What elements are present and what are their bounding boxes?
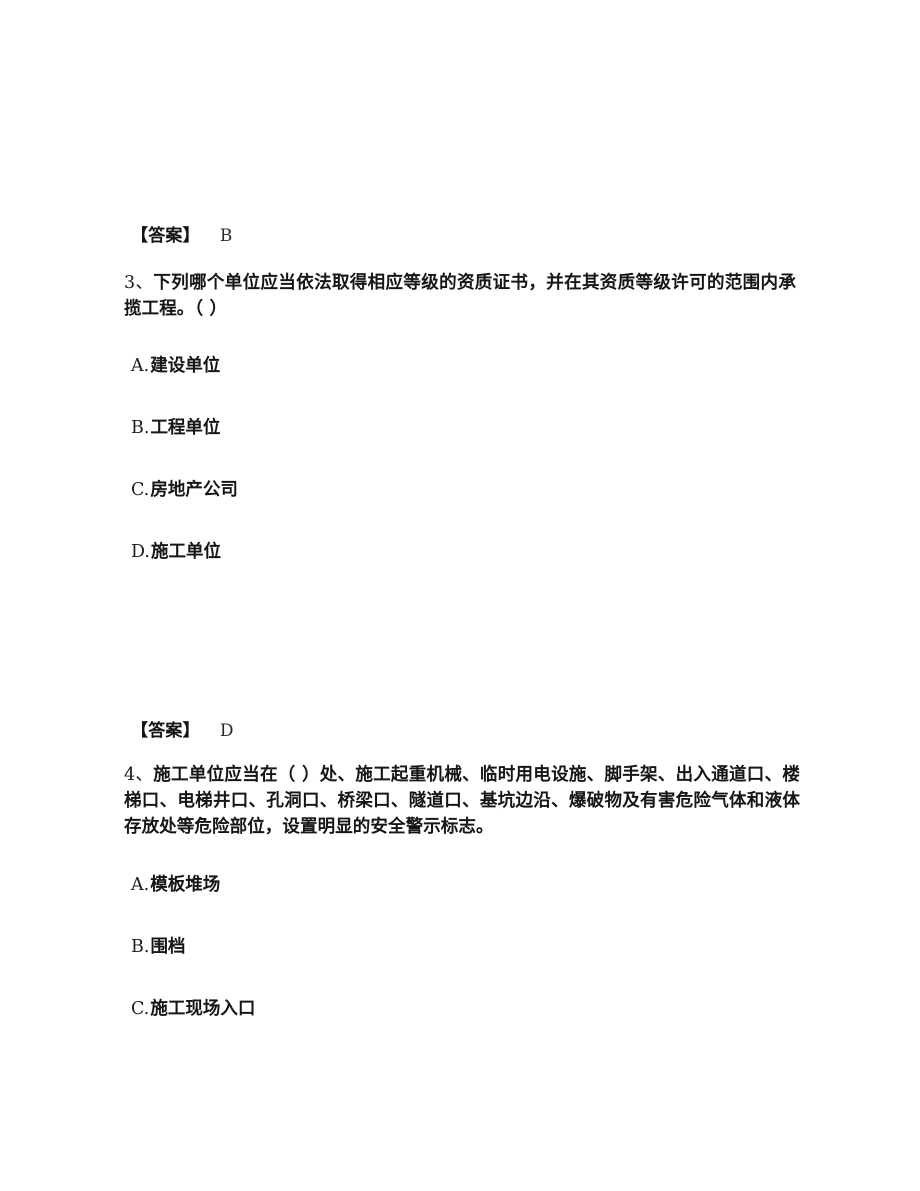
answer-block-1: 【答案】 B (131, 225, 233, 247)
answer-value: D (219, 721, 234, 741)
question-4-number: 4、 (124, 765, 154, 785)
answer-block-2: 【答案】 D (131, 720, 234, 742)
option-label: C. (131, 999, 150, 1019)
option-text: 建设单位 (150, 356, 221, 376)
question-3-number: 3、 (124, 273, 154, 293)
option-label: C. (131, 480, 150, 500)
answer-label: 【答案】 (131, 721, 200, 741)
answer-value: B (219, 226, 233, 246)
question-3-option-d[interactable]: D.施工单位 (131, 540, 221, 564)
question-4-option-a[interactable]: A.模板堆场 (131, 873, 220, 897)
option-text: 房地产公司 (150, 480, 238, 500)
document-page: 【答案】 B 3、下列哪个单位应当依法取得相应等级的资质证书，并在其资质等级许可的… (0, 0, 920, 1191)
option-text: 围档 (150, 937, 186, 957)
option-label: D. (131, 542, 150, 562)
question-3-stem: 3、下列哪个单位应当依法取得相应等级的资质证书，并在其资质等级许可的范围内承揽工… (124, 270, 796, 322)
question-3-option-b[interactable]: B.工程单位 (131, 416, 220, 440)
option-text: 施工现场入口 (150, 999, 256, 1019)
option-label: A. (131, 875, 150, 895)
question-4-stem: 4、施工单位应当在（ ）处、施工起重机械、临时用电设施、脚手架、出入通道口、楼梯… (124, 762, 800, 840)
question-4-option-b[interactable]: B.围档 (131, 935, 185, 959)
question-4-text: 施工单位应当在（ ）处、施工起重机械、临时用电设施、脚手架、出入通道口、楼梯口、… (124, 765, 800, 837)
question-4-option-c[interactable]: C.施工现场入口 (131, 997, 255, 1021)
question-3-option-c[interactable]: C.房地产公司 (131, 478, 238, 502)
option-text: 工程单位 (150, 418, 221, 438)
option-label: B. (131, 937, 150, 957)
option-text: 模板堆场 (150, 875, 221, 895)
option-text: 施工单位 (150, 542, 221, 562)
question-3-option-a[interactable]: A.建设单位 (131, 354, 220, 378)
answer-label: 【答案】 (131, 226, 200, 246)
question-3-text: 下列哪个单位应当依法取得相应等级的资质证书，并在其资质等级许可的范围内承揽工程。… (124, 273, 796, 319)
option-label: B. (131, 418, 150, 438)
option-label: A. (131, 356, 150, 376)
